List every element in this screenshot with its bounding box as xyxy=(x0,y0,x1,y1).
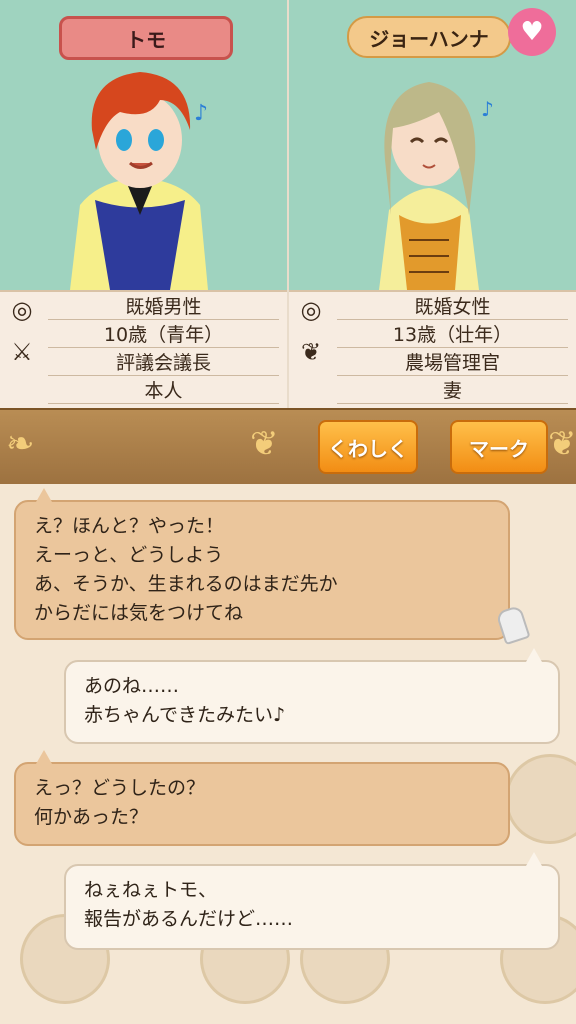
left-job: 評議会議長 xyxy=(48,348,279,376)
crossed-swords-icon: ⚔ xyxy=(11,338,33,366)
ring-icon: ◎ xyxy=(11,296,33,324)
mark-button[interactable]: マーク xyxy=(450,420,548,474)
chat-line: えーっと、どうしよう xyxy=(34,544,224,566)
bubble-tail xyxy=(36,488,52,502)
chat-line: 赤ちゃんできたみたい♪ xyxy=(84,704,286,726)
left-age: 10歳（青年） xyxy=(48,320,279,348)
chat-line: ねぇねぇトモ、 xyxy=(84,879,218,901)
chat-line: あのね…… xyxy=(84,675,180,697)
chat-bubble-partner: えっ？どうしたの？ 何かあった？ xyxy=(14,762,510,846)
flourish-center-icon: ❦ xyxy=(250,424,279,464)
flourish-left-icon: ❧ xyxy=(6,424,35,464)
chat-line: え？ほんと？やった！ xyxy=(34,515,225,537)
svg-text:♪: ♪ xyxy=(481,97,494,121)
chat-line: 報告があるんだけど…… xyxy=(84,908,294,930)
details-button[interactable]: くわしく xyxy=(318,420,418,474)
chat-line: えっ？どうしたの？ xyxy=(34,777,206,799)
ring-icon: ◎ xyxy=(300,296,322,324)
left-character-info: ◎ ⚔ 既婚男性 10歳（青年） 評議会議長 本人 xyxy=(0,290,287,410)
chat-line: 何かあった？ xyxy=(34,806,149,828)
background-menu-icon xyxy=(505,754,576,844)
chat-log[interactable]: え？ほんと？やった！ えーっと、どうしよう あ、そうか、生まれるのはまだ先か か… xyxy=(0,484,576,1024)
right-character-info: ◎ ❦ 既婚女性 13歳（壮年） 農場管理官 妻 xyxy=(289,290,576,410)
chat-line: あ、そうか、生まれるのはまだ先か xyxy=(34,573,338,595)
right-relation: 妻 xyxy=(337,376,568,404)
chat-bubble-self: ねぇねぇトモ、 報告があるんだけど…… xyxy=(64,864,560,950)
chat-bubble-partner: え？ほんと？やった！ えーっと、どうしよう あ、そうか、生まれるのはまだ先か か… xyxy=(14,500,510,640)
left-character-name[interactable]: トモ xyxy=(59,16,233,60)
chat-line: からだには気をつけてね xyxy=(34,602,244,624)
chat-bubble-self: あのね…… 赤ちゃんできたみたい♪ xyxy=(64,660,560,744)
heart-icon[interactable]: ♥ xyxy=(508,8,556,56)
right-age: 13歳（壮年） xyxy=(337,320,568,348)
flourish-right-icon: ❦ xyxy=(548,424,576,464)
wheat-icon: ❦ xyxy=(300,338,322,366)
right-job: 農場管理官 xyxy=(337,348,568,376)
bubble-tail xyxy=(526,852,542,866)
left-relation: 本人 xyxy=(48,376,279,404)
bubble-tail xyxy=(36,750,52,764)
right-marital-status: 既婚女性 xyxy=(337,292,568,320)
svg-text:♪: ♪ xyxy=(194,101,208,126)
left-marital-status: 既婚男性 xyxy=(48,292,279,320)
bubble-tail xyxy=(526,648,542,662)
right-character-name[interactable]: ジョーハンナ xyxy=(347,16,511,58)
